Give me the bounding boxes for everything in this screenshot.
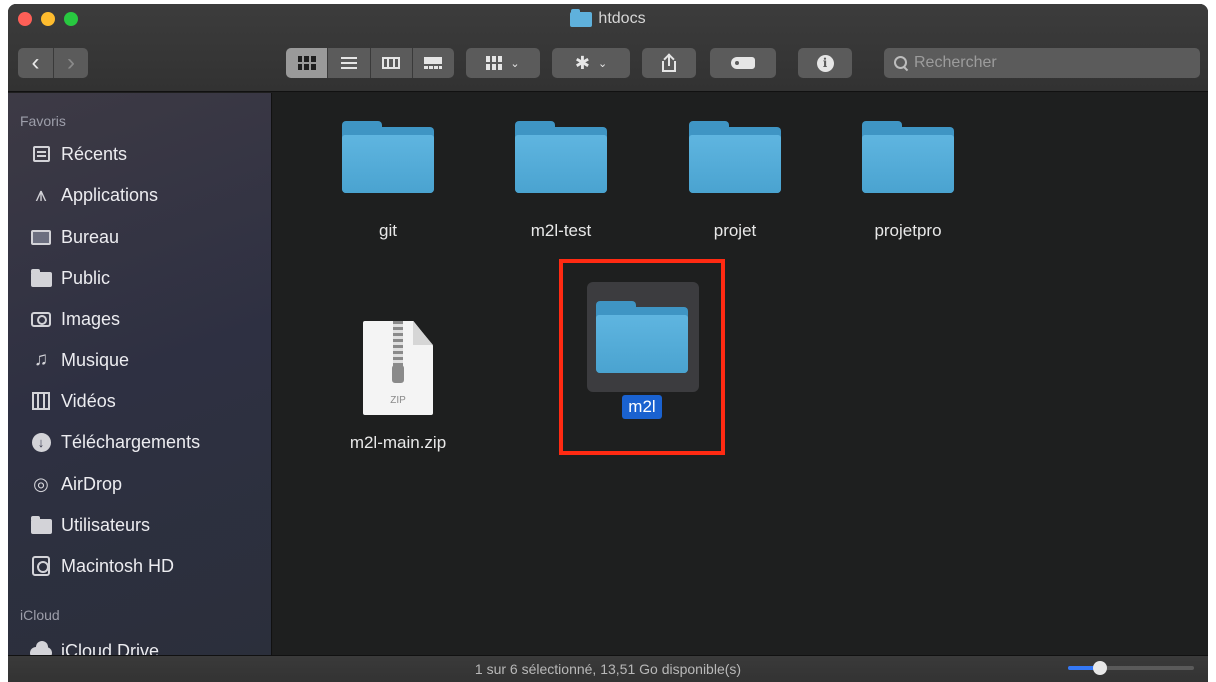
chevron-down-icon: ⌄ [597, 57, 608, 70]
list-view-icon [340, 57, 357, 69]
sidebar-item-recents[interactable]: Récents [30, 136, 270, 172]
zip-file-icon: ZIP [363, 321, 433, 415]
folder-item-git[interactable]: git [323, 119, 453, 241]
icon-size-slider[interactable] [1068, 661, 1194, 675]
recents-icon [32, 146, 50, 162]
sidebar-item-label: Applications [61, 184, 159, 205]
sidebar-item-macintosh-hd[interactable]: Macintosh HD [30, 548, 270, 584]
share-icon [661, 53, 677, 72]
view-mode-selector [286, 48, 454, 78]
airdrop-icon: ◎ [33, 473, 49, 494]
sidebar-item-label: Vidéos [61, 390, 116, 411]
item-label: git [379, 221, 397, 240]
tags-button[interactable] [710, 48, 776, 78]
search-input[interactable] [914, 54, 1174, 72]
status-bar: 1 sur 6 sélectionné, 13,51 Go disponible… [8, 655, 1208, 682]
movies-icon [32, 392, 50, 410]
pictures-icon [31, 311, 51, 327]
sidebar-item-label: Bureau [61, 226, 120, 247]
folder-icon [30, 268, 52, 287]
back-button[interactable]: ‹ [18, 48, 53, 78]
sidebar-item-icloud-drive[interactable]: iCloud Drive [30, 633, 270, 655]
view-columns-button[interactable] [369, 48, 412, 78]
window-title-text: htdocs [598, 10, 646, 27]
sidebar-item-label: Musique [61, 349, 130, 370]
disk-icon [32, 556, 50, 576]
sidebar-item-utilisateurs[interactable]: Utilisateurs [30, 507, 270, 543]
item-label: projetpro [874, 221, 942, 240]
chevron-right-icon: › [67, 49, 75, 76]
chevron-down-icon: ⌄ [510, 57, 520, 70]
sidebar-item-applications[interactable]: ⩚ Applications [30, 177, 270, 213]
sidebar-item-label: AirDrop [61, 473, 123, 494]
item-label: m2l-test [530, 221, 592, 240]
title-bar: htdocs ‹ › ⌄ ✱ ⌄ i Rechercher [8, 4, 1208, 92]
search-field[interactable] [884, 48, 1200, 78]
tag-icon [731, 57, 755, 69]
sidebar-item-label: Macintosh HD [61, 555, 175, 576]
downloads-icon: ↓ [31, 432, 51, 452]
sidebar-item-airdrop[interactable]: ◎ AirDrop [30, 466, 270, 502]
group-by-button[interactable]: ⌄ [466, 48, 540, 78]
sidebar-item-label: Téléchargements [61, 431, 201, 452]
folder-item-projetpro[interactable]: projetpro [843, 119, 973, 241]
group-by-icon [486, 56, 503, 70]
gallery-view-icon [424, 57, 443, 69]
item-label: projet [713, 221, 757, 240]
folder-icon [570, 8, 593, 27]
chevron-left-icon: ‹ [31, 49, 40, 76]
sidebar: Favoris Récents ⩚ Applications Bureau Pu… [8, 93, 272, 655]
file-item-m2l-main-zip[interactable]: ZIP m2l-main.zip [333, 321, 463, 453]
desktop-icon [31, 229, 51, 245]
folder-icon [862, 121, 954, 193]
finder-window: htdocs ‹ › ⌄ ✱ ⌄ i Rechercher Favoris Ré… [8, 4, 1208, 682]
get-info-button[interactable]: i [798, 48, 852, 78]
item-label: m2l-main.zip [349, 433, 447, 452]
share-button[interactable] [642, 48, 696, 78]
sidebar-item-bureau[interactable]: Bureau [30, 219, 270, 255]
window-title: htdocs [8, 8, 1208, 28]
folder-icon [30, 515, 52, 534]
status-text: 1 sur 6 sélectionné, 13,51 Go disponible… [474, 661, 742, 677]
sidebar-item-musique[interactable]: ♫ Musique [30, 342, 270, 378]
info-icon: i [816, 54, 834, 72]
sidebar-section-icloud: iCloud [20, 607, 60, 623]
navigation-buttons: ‹ › [18, 48, 88, 78]
sidebar-item-label: Récents [61, 143, 128, 164]
action-menu-button[interactable]: ✱ ⌄ [552, 48, 630, 78]
forward-button[interactable]: › [53, 48, 88, 78]
music-icon: ♫ [33, 349, 49, 370]
annotation-highlight-box [559, 259, 725, 455]
sidebar-item-label: Utilisateurs [61, 514, 151, 535]
sidebar-item-videos[interactable]: Vidéos [30, 383, 270, 419]
icon-view-icon [297, 56, 316, 70]
sidebar-item-label: Images [61, 308, 121, 329]
folder-icon [689, 121, 781, 193]
sidebar-item-label: iCloud Drive [61, 640, 160, 656]
view-gallery-button[interactable] [411, 48, 454, 78]
zip-badge: ZIP [390, 395, 406, 406]
view-list-button[interactable] [327, 48, 369, 78]
folder-item-m2l-test[interactable]: m2l-test [496, 119, 626, 241]
folder-item-projet[interactable]: projet [670, 119, 800, 241]
view-icons-button[interactable] [286, 48, 328, 78]
sidebar-item-public[interactable]: Public [30, 260, 270, 296]
column-view-icon [382, 57, 401, 69]
slider-handle[interactable] [1092, 661, 1107, 675]
cloud-icon [30, 641, 52, 655]
folder-icon [342, 121, 434, 193]
sidebar-section-favorites: Favoris [20, 113, 66, 129]
applications-icon: ⩚ [35, 184, 47, 206]
sidebar-item-telechargements[interactable]: ↓ Téléchargements [30, 424, 270, 460]
sidebar-item-images[interactable]: Images [30, 301, 270, 337]
sidebar-item-label: Public [61, 267, 111, 288]
gear-icon: ✱ [574, 52, 590, 73]
file-browser: git m2l-test projet projetpro ZIP m2l-ma… [273, 93, 1208, 655]
folder-icon [515, 121, 607, 193]
search-icon [894, 56, 908, 70]
